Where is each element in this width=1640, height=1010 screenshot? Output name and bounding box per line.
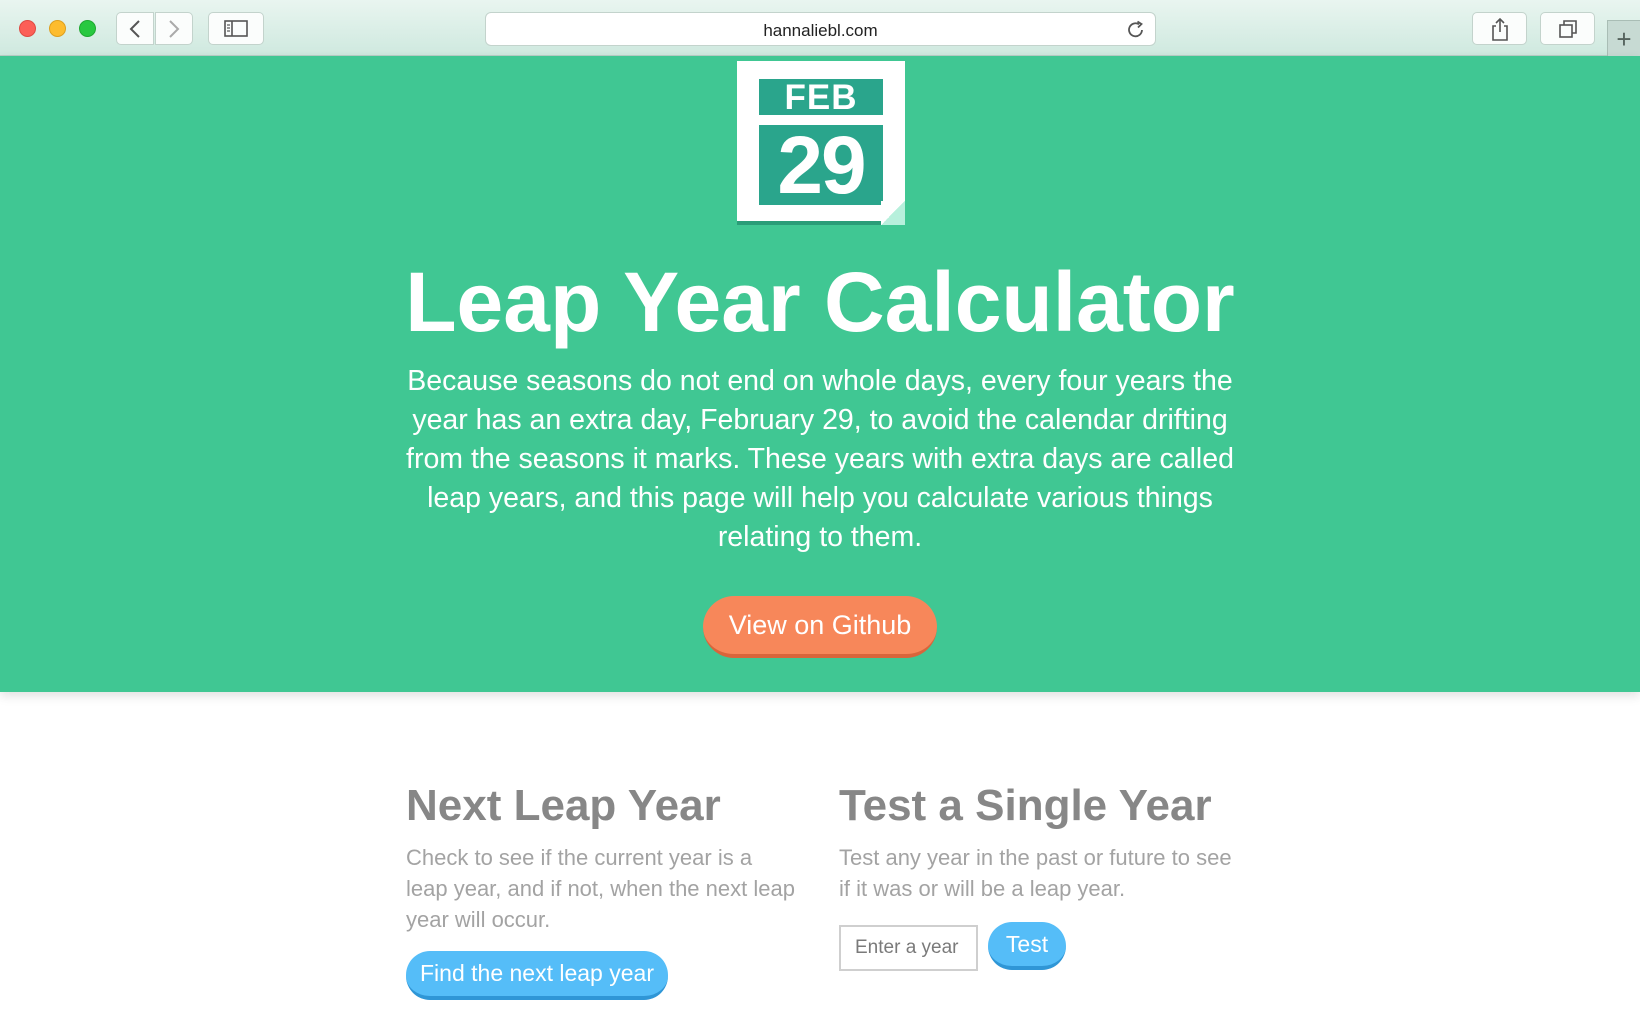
page-title: Leap Year Calculator — [405, 255, 1235, 349]
share-icon — [1491, 17, 1508, 41]
show-tabs-button[interactable] — [1540, 12, 1595, 45]
reload-icon[interactable] — [1125, 19, 1147, 41]
tabs-icon — [1558, 19, 1577, 38]
test-single-year-description: Test any year in the past or future to s… — [839, 845, 1232, 901]
test-year-button[interactable]: Test — [988, 922, 1066, 970]
hero-section: FEB 29 Leap Year Calculator Because seas… — [0, 56, 1640, 692]
address-text: hannaliebl.com — [763, 21, 878, 40]
close-window-button[interactable] — [19, 20, 36, 37]
share-button[interactable] — [1472, 12, 1527, 45]
next-leap-year-section: Next Leap Year Check to see if the curre… — [406, 780, 796, 935]
sidebar-icon — [224, 20, 248, 37]
next-leap-year-description: Check to see if the current year is a le… — [406, 845, 795, 932]
forward-button[interactable] — [155, 12, 193, 45]
page-curl-decoration — [881, 201, 905, 225]
calendar-day: 29 — [759, 125, 883, 207]
back-button[interactable] — [116, 12, 154, 45]
test-single-year-section: Test a Single Year Test any year in the … — [839, 780, 1239, 904]
chevron-right-icon — [169, 19, 180, 38]
new-tab-button[interactable]: + — [1607, 20, 1640, 56]
minimize-window-button[interactable] — [49, 20, 66, 37]
hero-description: Because seasons do not end on whole days… — [406, 365, 1234, 553]
test-single-year-title: Test a Single Year — [839, 781, 1212, 830]
find-next-leap-year-button[interactable]: Find the next leap year — [406, 951, 668, 1000]
calendar-logo: FEB 29 — [737, 61, 905, 225]
address-bar[interactable]: hannaliebl.com — [485, 12, 1156, 46]
zoom-window-button[interactable] — [79, 20, 96, 37]
year-input[interactable] — [839, 925, 978, 971]
sidebar-toggle-button[interactable] — [208, 12, 264, 45]
browser-toolbar: hannaliebl.com + — [0, 0, 1640, 56]
chevron-left-icon — [129, 19, 140, 38]
view-on-github-button[interactable]: View on Github — [703, 596, 937, 658]
next-leap-year-title: Next Leap Year — [406, 781, 721, 830]
calendar-month: FEB — [759, 79, 883, 117]
